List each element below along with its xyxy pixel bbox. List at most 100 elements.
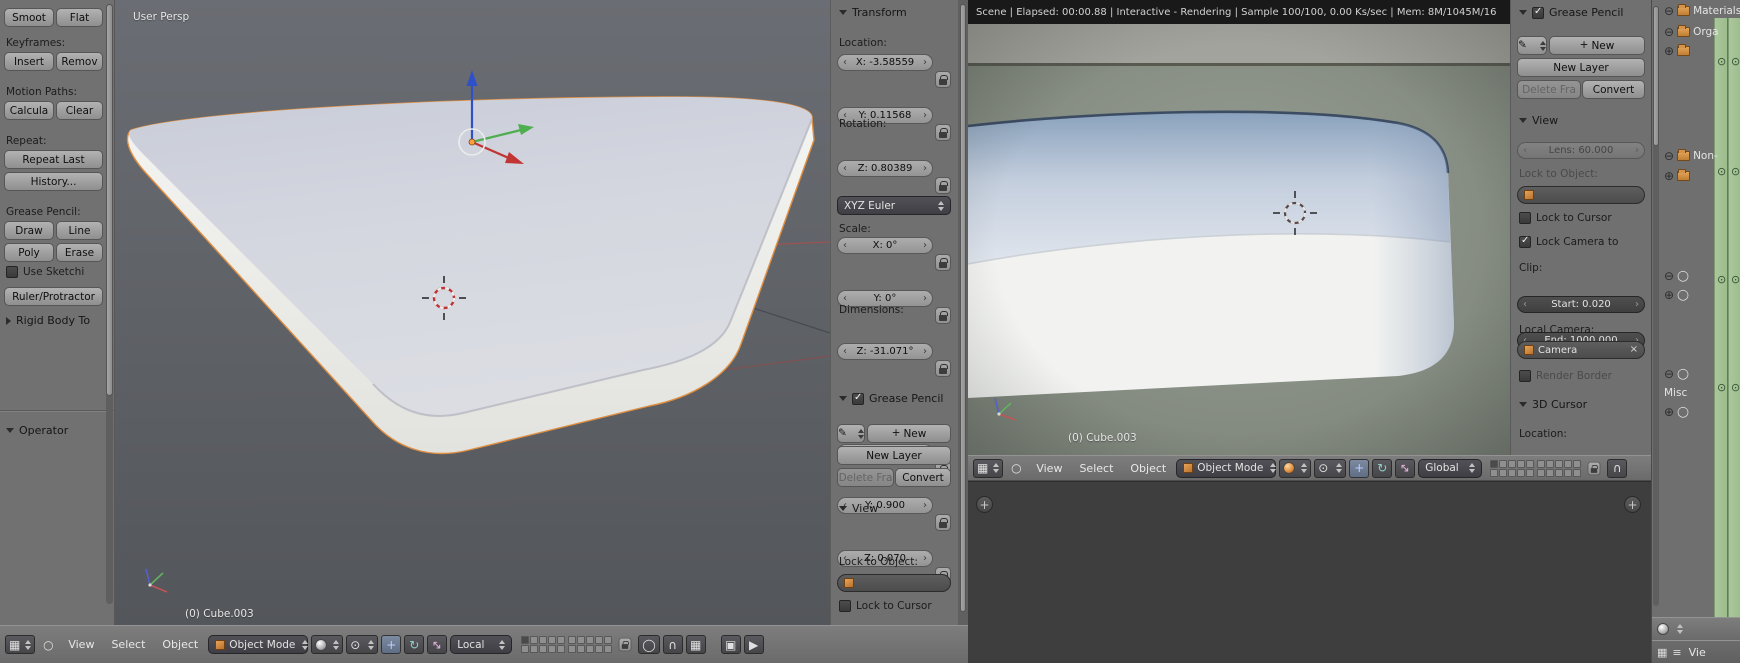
editor-type-button[interactable]: ▦ [973, 458, 1004, 478]
render-toggle-icon[interactable]: ⊙ [1731, 382, 1740, 393]
gp-draw-button[interactable]: Draw [4, 221, 54, 240]
grease-pencil-enable-checkbox[interactable] [1532, 6, 1544, 19]
viewport-3d-right[interactable]: (0) Cube.003 [968, 24, 1510, 455]
snap-toggle[interactable]: ∩ [1607, 458, 1628, 478]
menu-lines-icon[interactable]: ≡ [1672, 647, 1681, 658]
keyframe-insert-button[interactable]: Insert [4, 52, 54, 71]
rotation-y-lock-icon[interactable] [935, 307, 951, 324]
gp-new-button[interactable]: + New [867, 424, 951, 443]
gp-draw-mode-button[interactable]: ✎ [1517, 36, 1547, 55]
location-y-lock-icon[interactable] [935, 124, 951, 141]
gp-delete-frame-button[interactable]: Delete Fra [837, 468, 894, 487]
transform-panel-header[interactable]: Transform [839, 6, 907, 19]
lock-camera-checkbox[interactable] [1519, 235, 1531, 248]
outliner-item[interactable]: ⊖ Non- [1664, 149, 1718, 162]
operator-panel-header[interactable]: Operator [6, 424, 68, 437]
menu-view[interactable]: View [61, 638, 101, 651]
gp-erase-button[interactable]: Erase [56, 243, 103, 262]
lock-to-cursor-checkbox[interactable] [1519, 212, 1531, 224]
render-toggle-icon[interactable]: ⊙ [1731, 56, 1740, 67]
gp-convert-button[interactable]: Convert [1582, 80, 1645, 99]
viewport-3d-left[interactable]: User Persp (0) Cube.003 [115, 0, 830, 625]
manipulator-scale-toggle[interactable]: ↔ [427, 635, 448, 654]
render-still-button[interactable]: ▣ [720, 635, 741, 654]
layers-grid-2[interactable] [1537, 459, 1582, 477]
lock-to-cursor-checkbox[interactable] [839, 600, 851, 612]
outliner-item[interactable]: ⊕ [1664, 169, 1691, 182]
grease-pencil-panel-header[interactable]: Grease Pencil [839, 392, 943, 405]
view-panel-header[interactable]: View [1519, 114, 1558, 127]
outliner-item[interactable]: ⊕ ◯ [1664, 406, 1689, 418]
visibility-toggle-icon[interactable]: ⊙ [1717, 274, 1726, 285]
orientation-dropdown[interactable]: Global [1418, 458, 1483, 478]
outliner-item[interactable]: ⊖ ◯ [1664, 270, 1689, 282]
expand-icon[interactable]: ⊕ [1664, 289, 1674, 301]
outliner-item[interactable]: ⊕ ◯ [1664, 289, 1689, 301]
pivot-point-dropdown[interactable]: ⊙ [1314, 458, 1347, 478]
keyframe-remove-button[interactable]: Remov [56, 52, 103, 71]
rotation-x-lock-icon[interactable] [935, 254, 951, 271]
proportional-edit-dropdown[interactable]: ◯ [638, 635, 660, 654]
outliner-item[interactable]: ⊖ Materials [1664, 4, 1740, 17]
render-anim-button[interactable]: ▶ [743, 635, 764, 654]
gp-poly-button[interactable]: Poly [4, 243, 54, 262]
use-sketch-checkbox[interactable] [6, 266, 18, 278]
cursor-3d-panel-header[interactable]: 3D Cursor [1519, 398, 1587, 411]
menu-select[interactable]: Select [104, 638, 152, 651]
menu-object[interactable]: Object [1123, 462, 1173, 475]
clip-start-field[interactable]: Start: 0.020 [1517, 296, 1645, 313]
render-border-checkbox[interactable] [1519, 370, 1531, 382]
gp-new-layer-button[interactable]: New Layer [837, 446, 951, 465]
toolshelf-scrollbar-thumb[interactable] [106, 4, 113, 396]
scene-lock-icon[interactable] [1584, 459, 1604, 478]
toolshelf-scrollbar[interactable] [106, 4, 113, 604]
collapse-icon[interactable]: ⊖ [1664, 368, 1674, 380]
location-x-lock-icon[interactable] [935, 71, 951, 88]
gp-convert-button[interactable]: Convert [895, 468, 951, 487]
snap-element-dropdown[interactable]: ▦ [685, 635, 706, 654]
header-collapse-icon[interactable]: ○ [38, 635, 58, 654]
render-toggle-icon[interactable]: ⊙ [1731, 274, 1740, 285]
gp-draw-mode-button[interactable]: ✎ [837, 424, 865, 443]
header-collapse-icon[interactable]: ○ [1006, 459, 1026, 478]
visibility-toggle-icon[interactable]: ⊙ [1717, 382, 1726, 393]
manipulator-translate-toggle[interactable]: + [381, 635, 402, 654]
collapse-icon[interactable]: ⊖ [1664, 270, 1674, 282]
motion-path-clear-button[interactable]: Clear [56, 101, 103, 120]
gp-delete-frame-button[interactable]: Delete Fra [1517, 80, 1581, 99]
view-panel-header[interactable]: View [839, 502, 878, 515]
orientation-dropdown[interactable]: Local [450, 635, 513, 654]
manipulator-rotate-toggle[interactable]: ↻ [1372, 458, 1393, 478]
repeat-last-button[interactable]: Repeat Last [4, 150, 103, 169]
collapse-icon[interactable]: ⊖ [1664, 150, 1674, 162]
editor-type-icon[interactable]: ▦ [1657, 647, 1667, 658]
gp-new-layer-button[interactable]: New Layer [1517, 58, 1645, 77]
grease-pencil-enable-checkbox[interactable] [852, 392, 864, 405]
expand-icon[interactable]: ⊕ [1664, 45, 1674, 57]
outliner-scrollbar-thumb[interactable] [1653, 6, 1659, 146]
lock-to-object-field[interactable] [837, 574, 951, 592]
outliner-item[interactable]: ⊖ ◯ [1664, 368, 1689, 380]
menu-view[interactable]: View [1029, 462, 1069, 475]
shade-smooth-button[interactable]: Smoot [4, 8, 54, 27]
gp-line-button[interactable]: Line [56, 221, 103, 240]
outliner-item[interactable]: Misc [1664, 387, 1687, 399]
visibility-toggle-icon[interactable]: ⊙ [1717, 166, 1726, 177]
ruler-protractor-button[interactable]: Ruler/Protractor [4, 287, 103, 306]
snap-toggle[interactable]: ∩ [662, 635, 683, 654]
region-split-handle-right[interactable]: + [1624, 496, 1641, 513]
mode-dropdown[interactable]: Object Mode [208, 635, 309, 654]
location-x-field[interactable]: X: -3.58559 [837, 54, 933, 71]
n-panel-scrollbar[interactable] [958, 0, 968, 625]
collapse-icon[interactable]: ⊖ [1664, 26, 1674, 38]
outliner-view-menu[interactable]: Vie [1687, 646, 1708, 659]
pivot-point-dropdown[interactable]: ⊙ [346, 635, 379, 654]
manipulator-rotate-toggle[interactable]: ↻ [404, 635, 425, 654]
viewport-shading-dropdown[interactable] [1279, 458, 1312, 478]
editor-type-button[interactable]: ▦ [5, 635, 36, 654]
expand-icon[interactable]: ⊕ [1664, 406, 1674, 418]
grease-pencil-panel-header[interactable]: Grease Pencil [1519, 6, 1623, 19]
layers-grid-1[interactable] [521, 636, 566, 653]
rotation-x-field[interactable]: X: 0° [837, 237, 933, 254]
mode-dropdown[interactable]: Object Mode [1176, 458, 1277, 478]
